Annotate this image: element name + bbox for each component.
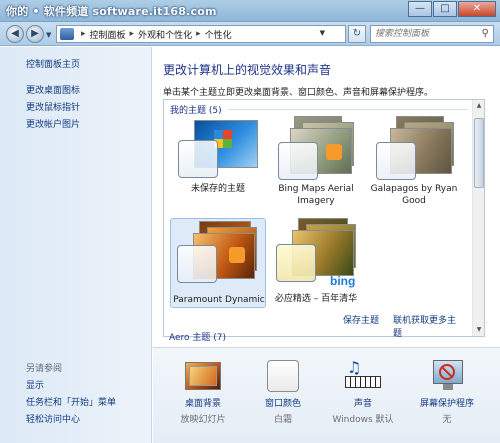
page-description: 单击某个主题立即更改桌面背景、窗口颜色、声音和屏幕保护程序。 [163, 88, 434, 98]
window-color-swatch [178, 140, 218, 178]
aero-themes-header[interactable]: Aero 主题 (7) [169, 330, 226, 343]
theme-label-line-2: Good [402, 196, 426, 206]
minimize-button[interactable]: — [408, 1, 432, 17]
scroll-up-icon[interactable]: ▲ [474, 101, 484, 111]
theme-list: 我的主题 (5) 未保存的主题 Bing Maps Aerial Imagery… [163, 99, 485, 337]
search-input[interactable] [371, 26, 475, 42]
scroll-thumb[interactable] [474, 118, 484, 188]
get-more-themes-link[interactable]: 联机获取更多主题 [393, 313, 463, 339]
theme-label: 未保存的主题 [190, 184, 245, 194]
refresh-button[interactable]: ↻ [348, 25, 366, 43]
desktop-background-button[interactable]: 桌面背景 放映幻灯片 [165, 360, 241, 425]
window-color-swatch [177, 245, 217, 283]
window-color-swatch [376, 142, 416, 180]
desktop-background-value: 放映幻灯片 [180, 415, 226, 425]
breadcrumb-separator-icon[interactable]: ▸ [130, 29, 135, 39]
recent-pages-dropdown-icon[interactable]: ▼ [46, 31, 51, 39]
rss-icon [326, 144, 342, 160]
bing-logo: bing [330, 274, 356, 288]
screen-saver-button[interactable]: 屏幕保护程序 无 [409, 360, 485, 425]
sidebar-link-account-picture[interactable]: 更改帐户图片 [26, 117, 80, 130]
theme-label: Paramount Dynamic [173, 295, 265, 305]
window-color-swatch [276, 244, 316, 282]
sounds-button[interactable]: ♫ 声音 Windows 默认 [325, 358, 401, 425]
control-panel-icon [60, 28, 74, 40]
back-button[interactable]: ◀ [6, 25, 24, 43]
window-color-title: 窗口颜色 [264, 399, 301, 409]
title-bar: 你的 • 软件频道 software.it168.com — □ ✕ [0, 0, 500, 22]
sidebar-link-control-panel-home[interactable]: 控制面板主页 [26, 57, 80, 70]
screen-saver-value: 无 [442, 415, 452, 425]
sounds-value: Windows 默认 [332, 415, 394, 425]
theme-bing-maps[interactable]: Bing Maps Aerial Imagery [268, 116, 364, 206]
desktop-background-title: 桌面背景 [184, 399, 221, 409]
window-color-value: 白霜 [273, 415, 292, 425]
navigation-bar: ◀ ▶ ▼ ▸ 控制面板 ▸ 外观和个性化 ▸ 个性化 ▼ ↻ ⚲ [0, 22, 500, 46]
breadcrumb-separator-icon[interactable]: ▸ [196, 29, 201, 39]
screen-saver-title: 屏幕保护程序 [419, 399, 474, 409]
sidebar-link-display[interactable]: 显示 [26, 378, 44, 391]
rss-icon [229, 247, 245, 263]
desktop-background-icon [185, 360, 221, 392]
window-color-swatch [278, 142, 318, 180]
main-content: 更改计算机上的视觉效果和声音 单击某个主题立即更改桌面背景、窗口颜色、声音和屏幕… [153, 47, 500, 443]
window-controls: — □ ✕ [407, 1, 496, 17]
search-box[interactable]: ⚲ [370, 25, 494, 43]
watermark-text: 你的 • 软件频道 software.it168.com [6, 5, 217, 18]
breadcrumb-control-panel[interactable]: 控制面板 [90, 28, 126, 41]
breadcrumb-personalization[interactable]: 个性化 [205, 28, 232, 41]
sidebar-link-taskbar-start-menu[interactable]: 任务栏和「开始」菜单 [26, 395, 116, 408]
personalization-settings-bar: 桌面背景 放映幻灯片 窗口颜色 白霜 ♫ 声音 Windows 默认 屏幕保护程… [153, 347, 500, 443]
screen-saver-icon [429, 360, 465, 392]
scroll-down-icon[interactable]: ▼ [474, 325, 484, 335]
arrow-left-icon: ◀ [11, 28, 19, 39]
breadcrumb-separator-icon: ▸ [81, 29, 86, 39]
sidebar-link-ease-of-access[interactable]: 轻松访问中心 [26, 412, 80, 425]
sounds-icon: ♫ [345, 358, 381, 392]
theme-unsaved[interactable]: 未保存的主题 [170, 116, 266, 206]
theme-label: Bing Maps Aerial [278, 184, 354, 194]
group-divider [228, 109, 468, 110]
see-also-heading: 另请参阅 [26, 364, 63, 374]
theme-label-line-2: Imagery [297, 196, 335, 206]
my-themes-header[interactable]: 我的主题 (5) [170, 103, 222, 116]
maximize-button[interactable]: □ [433, 1, 457, 17]
theme-label: 必应精选 – 百年清华 [274, 294, 358, 304]
theme-list-scrollbar[interactable]: ▲ ▼ [472, 100, 484, 336]
save-theme-link[interactable]: 保存主题 [343, 313, 379, 326]
forward-button[interactable]: ▶ [26, 25, 44, 43]
window-color-icon [265, 360, 301, 392]
window-color-button[interactable]: 窗口颜色 白霜 [245, 360, 321, 425]
sounds-title: 声音 [353, 399, 372, 409]
address-dropdown-icon[interactable]: ▼ [320, 29, 325, 37]
close-button[interactable]: ✕ [458, 1, 496, 17]
breadcrumb-appearance[interactable]: 外观和个性化 [138, 28, 192, 41]
sidebar: 控制面板主页 更改桌面图标 更改鼠标指针 更改帐户图片 另请参阅 显示 任务栏和… [0, 47, 152, 443]
theme-label: Galapagos by Ryan [370, 184, 458, 194]
theme-paramount-dynamic[interactable]: Paramount Dynamic [170, 218, 266, 308]
theme-galapagos[interactable]: Galapagos by Ryan Good [366, 116, 462, 206]
theme-bing-tsinghua[interactable]: bing 必应精选 – 百年清华 [268, 218, 364, 308]
page-title: 更改计算机上的视觉效果和声音 [163, 63, 332, 77]
refresh-icon: ↻ [352, 28, 362, 39]
search-icon[interactable]: ⚲ [482, 28, 489, 39]
arrow-right-icon: ▶ [31, 28, 39, 39]
address-bar[interactable]: ▸ 控制面板 ▸ 外观和个性化 ▸ 个性化 ▼ [56, 25, 346, 43]
sidebar-link-desktop-icons[interactable]: 更改桌面图标 [26, 83, 80, 96]
sidebar-link-mouse-pointers[interactable]: 更改鼠标指针 [26, 100, 80, 113]
